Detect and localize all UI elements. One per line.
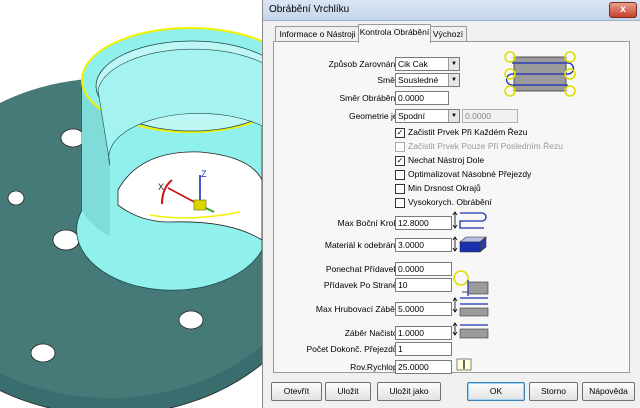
bolt-hole	[60, 128, 86, 148]
zaber-nacisto-label: Záběr Načisto:	[344, 328, 400, 338]
rov-rychlop-label: Rov.Rychlop:	[350, 362, 400, 372]
window-title: Obrábění Vrchlíku	[269, 4, 350, 15]
max-hrubovaci-zaber-input[interactable]: 5.0000	[395, 302, 452, 316]
storno-button[interactable]: Storno	[529, 382, 578, 401]
geometrie-label: Geometrie je:	[348, 111, 400, 121]
stepover-icon	[452, 211, 487, 229]
z-axis-label: Z	[201, 169, 207, 179]
ulozit-jako-button[interactable]: Uložit jako	[377, 382, 441, 401]
pridavek-po-strane-label: Přídavek Po Straně:	[323, 280, 400, 290]
pocet-dokonc-prejezdu-input[interactable]: 1	[395, 342, 452, 356]
x-axis-label: X	[158, 182, 164, 192]
max-bocni-krok-label: Max Boční Krok:	[337, 218, 400, 228]
checkbox-box	[395, 198, 405, 208]
tab-vychozi[interactable]: Výchozí	[429, 26, 467, 42]
geometrie-select[interactable]: Spodní ▼	[395, 109, 460, 123]
ponechat-pridavek-label: Ponechat Přídavek:	[325, 264, 400, 274]
smer-value: Sousledné	[398, 75, 439, 85]
checkbox-label: Min Drsnost Okrajů	[408, 183, 481, 193]
checkbox-box	[395, 184, 405, 194]
smer-obrabeni-label: Směr Obrábění:	[339, 93, 400, 103]
smer-select[interactable]: Sousledné ▼	[395, 73, 460, 87]
checkbox-label: Začistit Prvek Pouze Při Posledním Řezu	[408, 141, 563, 151]
pocet-dokonc-prejezdu-label: Počet Dokonč. Přejezdů:	[306, 344, 400, 354]
chevron-down-icon: ▼	[448, 110, 459, 122]
obrabeni-dialog: Obrábění Vrchlíku x Informace o Nástroji…	[262, 0, 640, 408]
max-hrubovaci-zaber-label: Max Hrubovací Záběr:	[315, 304, 400, 314]
zpusob-zarovnani-value: Cik Cak	[398, 59, 428, 69]
checkbox-label: Optimalizovat Násobné Přejezdy	[408, 169, 532, 179]
tool-marker	[193, 199, 207, 211]
zig-zag-pattern-icon	[504, 51, 576, 97]
title-bar: Obrábění Vrchlíku x	[263, 0, 640, 21]
kontrola-obrabeni-panel: Způsob Zarovnání: Cik Cak ▼ Směr: Sousle…	[273, 41, 630, 374]
geometrie-offset-input: 0.0000	[462, 109, 518, 123]
chevron-down-icon: ▼	[448, 58, 459, 70]
ponechat-pridavek-input[interactable]: 0.0000	[395, 262, 452, 276]
ok-button[interactable]: OK	[467, 382, 525, 401]
smer-obrabeni-input[interactable]: 0.0000	[395, 91, 449, 105]
tab-kontrola-obrabeni[interactable]: Kontrola Obrábění	[358, 24, 431, 43]
zaber-nacisto-input[interactable]: 1.0000	[395, 326, 452, 340]
rapid-plane-icon	[456, 358, 472, 371]
rov-rychlop-input[interactable]: 25.0000	[395, 360, 452, 374]
max-bocni-krok-input[interactable]: 12.8000	[395, 216, 452, 230]
rough-depth-icon	[452, 297, 489, 317]
zpusob-zarovnani-select[interactable]: Cik Cak ▼	[395, 57, 460, 71]
bolt-hole	[52, 229, 80, 251]
checkbox-label: Začistit Prvek Při Každém Řezu	[408, 127, 528, 137]
checkbox-box: ✓	[395, 156, 405, 166]
finish-depth-icon	[452, 322, 489, 339]
zpusob-zarovnani-label: Způsob Zarovnání:	[328, 59, 400, 69]
chevron-down-icon: ▼	[448, 74, 459, 86]
flange-model: Z X	[0, 27, 262, 408]
cad-viewport[interactable]: Z X	[0, 0, 262, 408]
geometrie-value: Spodní	[398, 111, 425, 121]
material-k-odebrani-label: Materiál k odebrání:	[324, 240, 400, 250]
checkbox-box: ✓	[395, 128, 405, 138]
close-button[interactable]: x	[609, 2, 637, 18]
checkbox-label: Vysokorych. Obrábění	[408, 197, 492, 207]
checkbox-label: Nechat Nástroj Dole	[408, 155, 485, 165]
pridavek-po-strane-input[interactable]: 10	[395, 278, 452, 292]
napoveda-button[interactable]: Nápověda	[582, 382, 635, 401]
bolt-hole	[178, 310, 204, 330]
otevrit-button[interactable]: Otevřít	[271, 382, 322, 401]
checkbox-box	[395, 142, 405, 152]
bolt-hole	[7, 190, 25, 206]
stock-block-icon	[452, 236, 487, 253]
bolt-hole	[30, 343, 56, 363]
checkbox-box	[395, 170, 405, 180]
material-k-odebrani-input[interactable]: 3.0000	[395, 238, 452, 252]
ulozit-button[interactable]: Uložit	[325, 382, 371, 401]
tab-informace-o-nastroji[interactable]: Informace o Nástroji	[275, 26, 360, 42]
